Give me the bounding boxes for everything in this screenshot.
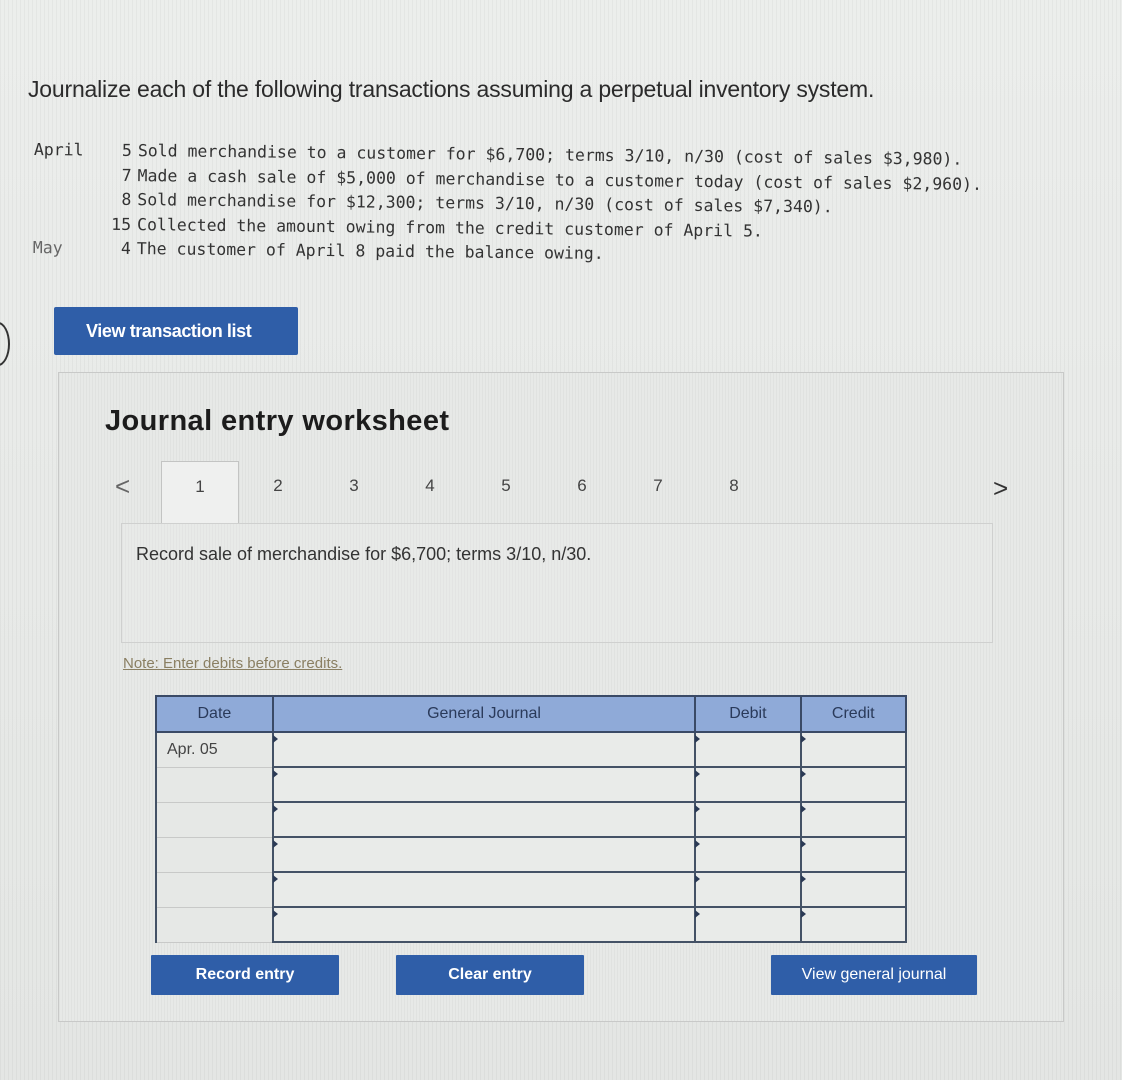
debit-input[interactable] [694,906,802,943]
instruction-text: Journalize each of the following transac… [28,76,875,102]
account-input[interactable] [271,731,697,768]
date-cell [155,872,274,908]
credit-input[interactable] [799,906,907,943]
transaction-description: The customer of April 8 paid the balance… [136,239,604,263]
credit-input[interactable] [799,766,907,803]
journal-entry-worksheet: Journal entry worksheet < 1 2 3 4 5 6 7 … [58,372,1064,1022]
debit-input[interactable] [694,766,802,803]
credit-input[interactable] [799,801,907,838]
prompt-text: Record sale of merchandise for $6,700; t… [136,544,592,564]
date-cell [155,907,274,943]
record-entry-button[interactable]: Record entry [151,955,339,995]
prompt-box: Record sale of merchandise for $6,700; t… [121,523,993,643]
worksheet-title: Journal entry worksheet [105,405,450,437]
tab-3[interactable]: 3 [315,461,393,517]
transaction-month: May [32,237,63,258]
chevron-left-icon[interactable]: < [115,471,130,502]
account-input[interactable] [271,871,697,908]
view-general-journal-button[interactable]: View general journal [771,955,977,995]
table-row [155,836,907,873]
date-cell: Apr. 05 [155,732,274,768]
chevron-right-icon[interactable]: > [993,473,1008,504]
credit-input[interactable] [799,731,907,768]
table-row: Apr. 05 [155,731,907,768]
transaction-day: 4 [120,238,131,259]
table-row [155,766,907,803]
credit-input[interactable] [799,871,907,908]
debit-input[interactable] [694,871,802,908]
date-cell [155,837,274,873]
tab-8[interactable]: 8 [695,461,773,517]
transaction-day: 8 [121,189,132,210]
tab-1[interactable]: 1 [161,461,239,523]
credit-input[interactable] [799,836,907,873]
account-input[interactable] [271,906,697,943]
debit-input[interactable] [694,801,802,838]
view-transaction-list-button[interactable]: View transaction list [54,307,298,355]
transaction-day: 15 [111,214,132,234]
table-row [155,801,907,838]
header-credit: Credit [799,695,907,733]
account-input[interactable] [271,766,697,803]
header-date: Date [155,695,274,733]
clear-entry-button[interactable]: Clear entry [396,955,584,995]
transaction-month [33,162,91,187]
table-row [155,906,907,943]
debit-input[interactable] [694,731,802,768]
account-input[interactable] [271,836,697,873]
transaction-day: 7 [121,165,132,185]
transaction-month [33,187,91,212]
account-input[interactable] [271,801,697,838]
journal-table: Date General Journal Debit Credit Apr. 0… [155,695,907,943]
tab-5[interactable]: 5 [467,461,545,517]
transaction-month: April [33,139,84,160]
header-debit: Debit [694,695,802,733]
date-cell [155,802,274,838]
tab-4[interactable]: 4 [391,461,469,517]
table-row [155,871,907,908]
tab-7[interactable]: 7 [619,461,697,517]
date-cell [155,767,274,803]
debit-input[interactable] [694,836,802,873]
note-text: Note: Enter debits before credits. [123,655,343,672]
header-general-journal: General Journal [271,695,697,733]
tab-6[interactable]: 6 [543,461,621,517]
transaction-day: 5 [121,140,132,161]
transaction-list: April 5 Sold merchandise to a customer f… [33,138,983,270]
tab-2[interactable]: 2 [239,461,317,517]
transaction-month [33,211,91,236]
